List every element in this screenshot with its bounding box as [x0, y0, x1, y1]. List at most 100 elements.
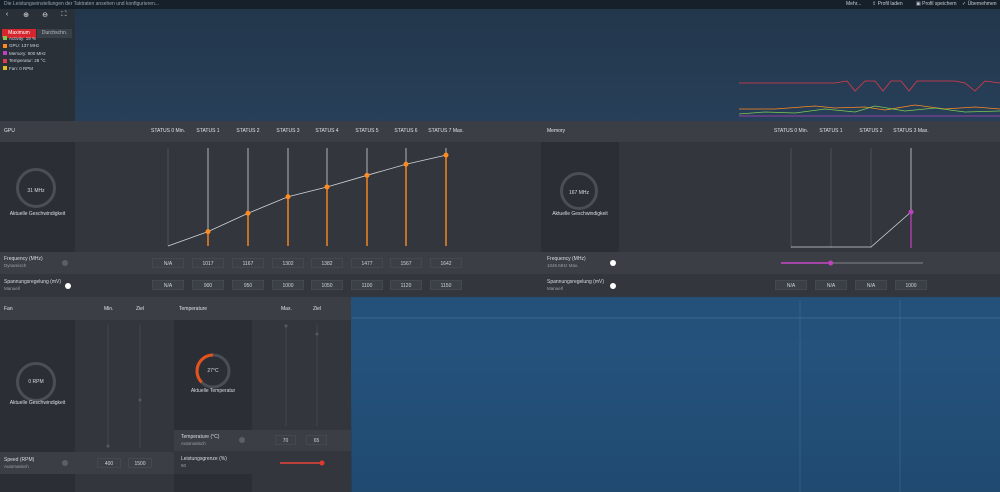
- fan-title: Fan: [4, 306, 13, 312]
- temperature-max-input[interactable]: 70: [275, 435, 296, 445]
- gpu-state-header: STATUS 3: [276, 128, 300, 134]
- legend-item[interactable]: Temperatur: 28 °C: [3, 58, 46, 64]
- page-subtitle: Die Leistungseinstellungen der Taktraten…: [4, 1, 160, 7]
- legend-item[interactable]: GPU: 137 MHz: [3, 43, 39, 49]
- memory-frequency-slider[interactable]: [779, 258, 925, 268]
- gpu-voltage-input[interactable]: 1000: [272, 280, 304, 290]
- power-limit-value: 50: [181, 463, 187, 468]
- gpu-voltage-label: Spannungsregelung (mV): [4, 279, 61, 285]
- memory-state-header: STATUS 0 Min.: [774, 128, 808, 134]
- gpu-state-header: STATUS 5: [355, 128, 379, 134]
- fan-speed-value: 0 RPM: [28, 379, 44, 385]
- gpu-state-point[interactable]: [245, 210, 251, 216]
- temperature-toggle[interactable]: [239, 437, 245, 443]
- activity-history-line: [738, 105, 1000, 115]
- gpu-frequency-input[interactable]: 1567: [390, 258, 422, 268]
- power-slider-knob[interactable]: [319, 460, 325, 466]
- legend-item[interactable]: Fan: 0 RPM: [3, 65, 33, 71]
- gpu-state-point[interactable]: [205, 229, 211, 235]
- memory-voltage-label: Spannungsregelung (mV): [547, 279, 604, 285]
- legend-label: Fan: 0 RPM: [9, 65, 34, 71]
- memory-voltage-input[interactable]: N/A: [815, 280, 847, 290]
- gpu-voltage-input[interactable]: 1050: [311, 280, 343, 290]
- temperature-max-point[interactable]: [284, 324, 288, 328]
- legend-swatch: [3, 58, 7, 63]
- load-profile-label: Profil laden: [877, 1, 903, 7]
- gpu-frequency-chart: [167, 148, 449, 247]
- memory-speed-value: 167 MHz: [568, 190, 589, 196]
- temperature-max-header: Max.: [281, 306, 292, 312]
- gpu-voltage-input[interactable]: 950: [232, 280, 264, 290]
- temperature-target-point[interactable]: [315, 332, 319, 336]
- legend-swatch: [3, 43, 7, 48]
- zoom-in-icon[interactable]: ⊕: [21, 11, 31, 21]
- power-limit-label: Leistungsgrenze (%): [181, 456, 227, 462]
- gpu-frequency-mode: Dynamisch: [4, 263, 27, 268]
- fan-speed-toggle[interactable]: [62, 460, 68, 466]
- gpu-state-header: STATUS 4: [315, 128, 339, 134]
- legend-item[interactable]: Memory: 900 MHz: [3, 50, 46, 56]
- zoom-out-icon[interactable]: ⊖: [40, 11, 50, 21]
- gpu-frequency-input[interactable]: 1167: [232, 258, 264, 268]
- apply-button[interactable]: ✓ Übernehmen: [962, 1, 997, 7]
- gpu-state-point[interactable]: [285, 194, 291, 200]
- gpu-voltage-input[interactable]: N/A: [152, 280, 184, 290]
- fan-target-point[interactable]: [138, 398, 142, 402]
- gpu-state-point[interactable]: [364, 172, 370, 178]
- gpu-frequency-toggle[interactable]: [62, 260, 68, 266]
- gpu-frequency-input[interactable]: 1477: [351, 258, 383, 268]
- fan-min-point[interactable]: [106, 444, 110, 448]
- gpu-frequency-input[interactable]: 1017: [192, 258, 224, 268]
- temperature-title: Temperature: [179, 306, 208, 312]
- fan-curve-chart: [106, 324, 142, 448]
- legend-swatch: [3, 51, 7, 55]
- fan-speed-label: Aktuelle Geschwindigkeit: [9, 400, 66, 406]
- load-profile-button[interactable]: ⇪ Profil laden: [872, 1, 903, 7]
- memory-frequency-mode: 1045 MHz Max.: [547, 263, 579, 268]
- temperature-target-header: Ziel: [313, 306, 322, 312]
- memory-voltage-mode: Manuell: [547, 286, 563, 291]
- gpu-state-point[interactable]: [324, 184, 330, 190]
- temperature-gauge-label: Aktuelle Temperatur: [190, 388, 236, 394]
- apply-label: Übernehmen: [967, 1, 997, 7]
- gpu-voltage-input[interactable]: 900: [192, 280, 224, 290]
- fan-min-input[interactable]: 400: [97, 458, 121, 468]
- gpu-frequency-input[interactable]: 1382: [311, 258, 343, 268]
- gpu-state-header: STATUS 7 Max.: [428, 128, 464, 134]
- temperature-mode: Automatisch: [181, 441, 206, 446]
- gpu-voltage-toggle[interactable]: [65, 283, 71, 289]
- mode-average-button[interactable]: Durchschn.: [37, 29, 72, 38]
- memory-frequency-curve: [791, 211, 912, 248]
- fan-header-row: [0, 297, 174, 320]
- memory-voltage-input[interactable]: N/A: [775, 280, 807, 290]
- memory-speed-label: Aktuelle Geschwindigkeit: [552, 211, 608, 217]
- legend-item[interactable]: Activity: 19 %: [3, 35, 36, 41]
- gpu-frequency-input[interactable]: N/A: [152, 258, 184, 268]
- memory-slider-knob[interactable]: [828, 260, 834, 266]
- gpu-voltage-input[interactable]: 1120: [390, 280, 422, 290]
- memory-voltage-toggle[interactable]: [610, 283, 616, 289]
- gpu-frequency-input[interactable]: 1642: [430, 258, 462, 268]
- memory-frequency-toggle[interactable]: [610, 260, 616, 266]
- gpu-voltage-input[interactable]: 1150: [430, 280, 462, 290]
- power-limit-slider[interactable]: [278, 458, 328, 468]
- back-icon[interactable]: ‹: [2, 11, 12, 21]
- temperature-target-input[interactable]: 65: [306, 435, 327, 445]
- fan-target-input[interactable]: 1500: [128, 458, 152, 468]
- save-profile-button[interactable]: ▣ Profil speichern: [916, 1, 957, 7]
- gpu-speed-label: Aktuelle Geschwindigkeit: [9, 211, 66, 217]
- memory-state-header: STATUS 3 Max.: [893, 128, 929, 134]
- memory-state-point[interactable]: [908, 209, 914, 215]
- gpu-state-point[interactable]: [443, 152, 449, 158]
- gpu-voltage-input[interactable]: 1100: [351, 280, 383, 290]
- gpu-frequency-input[interactable]: 1302: [272, 258, 304, 268]
- gpu-state-point[interactable]: [403, 161, 409, 167]
- memory-voltage-input[interactable]: 1000: [895, 280, 927, 290]
- more-button[interactable]: Mehr...: [846, 1, 861, 7]
- fullscreen-icon[interactable]: ⛶: [59, 11, 69, 21]
- memory-voltage-input[interactable]: N/A: [855, 280, 887, 290]
- gpu-state-header: STATUS 6: [394, 128, 418, 134]
- chart-tools-panel: ‹ ⊕ ⊖ ⛶ Maximum Durchschn. Activity: 19 …: [0, 9, 75, 121]
- fan-min-header: Min.: [104, 306, 114, 312]
- gpu-title: GPU: [4, 128, 15, 134]
